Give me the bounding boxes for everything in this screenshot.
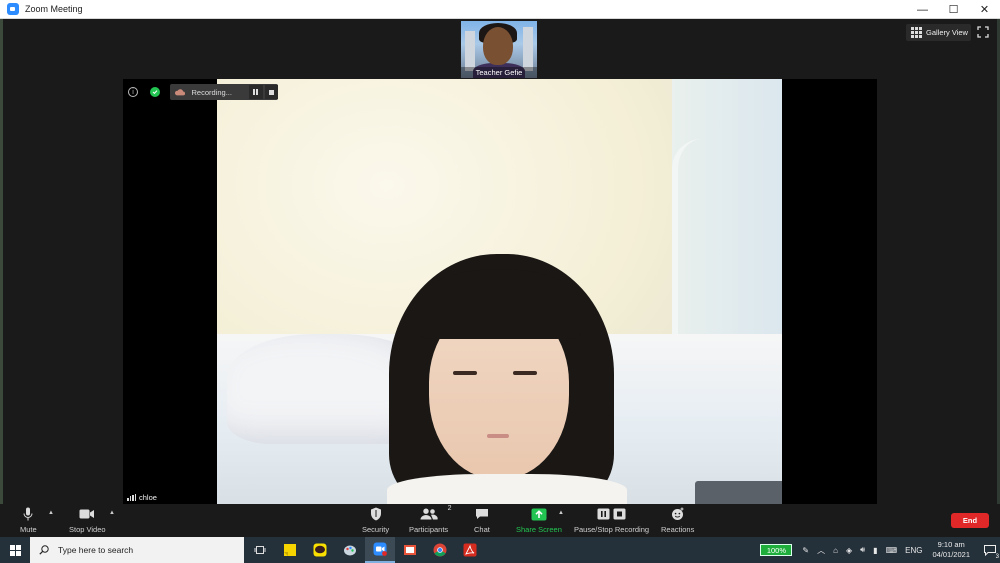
participant-name-tag: chloe <box>123 491 161 504</box>
maximize-button[interactable]: ☐ <box>938 0 969 19</box>
reactions-button[interactable]: Reactions <box>661 506 694 534</box>
sticky-notes-app[interactable] <box>275 537 305 563</box>
participant-name: chloe <box>139 493 157 502</box>
gallery-view-label: Gallery View <box>926 28 968 37</box>
acrobat-app[interactable] <box>455 537 485 563</box>
reactions-icon <box>671 507 684 520</box>
video-camera-icon <box>79 509 95 519</box>
clock-date: 04/01/2021 <box>932 550 970 559</box>
stop-video-button[interactable]: Stop Video <box>69 506 106 534</box>
meeting-toolbar: Mute ▲ Stop Video ▲ Security 2 Participa… <box>0 504 1000 537</box>
pause-icon <box>597 508 610 520</box>
recording-indicator: Recording... <box>170 84 278 100</box>
notification-count: 3 <box>995 554 999 560</box>
sticky-notes-icon <box>284 544 296 556</box>
window-title: Zoom Meeting <box>25 4 83 14</box>
participants-label: Participants <box>409 525 449 534</box>
reactions-label: Reactions <box>661 525 695 534</box>
participants-count: 2 <box>447 505 452 512</box>
task-view-icon <box>254 546 266 554</box>
close-button[interactable]: ✕ <box>969 0 1000 19</box>
cloud-recording-icon <box>174 89 186 96</box>
info-icon[interactable]: i <box>128 87 138 97</box>
kakaotalk-icon <box>313 543 327 557</box>
share-screen-icon <box>531 508 547 520</box>
chat-label: Chat <box>474 525 490 534</box>
mute-label: Mute <box>20 525 37 534</box>
pen-icon[interactable]: ✎ <box>802 546 809 555</box>
search-icon <box>39 545 49 555</box>
stop-video-label: Stop Video <box>69 525 106 534</box>
gallery-view-button[interactable]: Gallery View <box>906 24 971 41</box>
signal-strength-icon <box>127 494 136 501</box>
thumbnail-name: Teacher Gefie <box>461 67 537 78</box>
paint-palette-icon <box>344 545 356 556</box>
video-feed <box>217 79 782 504</box>
share-screen-label: Share Screen <box>516 525 562 534</box>
active-speaker-video <box>123 79 877 504</box>
kakaotalk-app[interactable] <box>305 537 335 563</box>
language-indicator[interactable]: ENG <box>905 546 922 555</box>
share-options-caret[interactable]: ▲ <box>558 510 564 516</box>
stop-recording-button[interactable] <box>264 85 278 99</box>
microphone-icon <box>23 507 33 521</box>
stop-icon <box>613 508 626 520</box>
meeting-info-bar: i <box>128 84 160 100</box>
window-title-bar: Zoom Meeting — ☐ ✕ <box>0 0 1000 19</box>
taskbar-search-box[interactable]: Type here to search <box>30 537 244 563</box>
fullscreen-icon[interactable] <box>977 26 989 38</box>
zoom-app-icon <box>7 3 19 15</box>
window-edge-left <box>0 19 3 537</box>
paint-app[interactable] <box>335 537 365 563</box>
participants-icon <box>420 508 438 520</box>
notification-center-button[interactable]: 3 <box>980 537 1000 563</box>
start-button[interactable] <box>0 537 30 563</box>
mute-button[interactable]: Mute <box>20 506 37 534</box>
participant-thumbnail[interactable]: Teacher Gefie <box>461 21 537 78</box>
share-screen-button[interactable]: Share Screen <box>516 506 562 534</box>
battery-indicator[interactable]: 100% <box>760 544 793 556</box>
speaker-icon[interactable]: 🔊︎ <box>860 545 865 555</box>
keyboard-icon[interactable]: ⌨ <box>886 546 898 555</box>
end-meeting-button[interactable]: End <box>951 513 989 528</box>
task-view-button[interactable] <box>245 537 275 563</box>
participants-button[interactable]: 2 Participants <box>409 505 452 534</box>
shield-icon <box>370 507 381 521</box>
network-icon[interactable]: ⌂ <box>833 546 838 555</box>
security-button[interactable]: Security <box>362 506 389 534</box>
notification-icon <box>984 544 996 556</box>
system-clock[interactable]: 9:10 am 04/01/2021 <box>932 540 970 560</box>
chevron-up-icon[interactable]: ︿ <box>817 545 825 556</box>
chat-button[interactable]: Chat <box>474 506 490 534</box>
acrobat-icon <box>463 543 477 557</box>
encryption-shield-icon[interactable] <box>150 87 160 97</box>
zoom-app[interactable] <box>365 537 395 563</box>
clock-time: 9:10 am <box>937 540 965 549</box>
pause-stop-recording-button[interactable]: Pause/Stop Recording <box>574 506 649 534</box>
chat-icon <box>475 509 488 519</box>
minimize-button[interactable]: — <box>907 0 938 19</box>
windows-logo-icon <box>9 544 21 556</box>
photos-app[interactable] <box>395 537 425 563</box>
microphone-tray-icon[interactable]: ▮ <box>873 546 877 555</box>
chrome-app[interactable] <box>425 537 455 563</box>
video-options-caret[interactable]: ▲ <box>109 510 115 516</box>
photo-viewer-icon <box>404 545 416 555</box>
windows-taskbar: Type here to search 100% ✎ ︿ ⌂ ◈ 🔊︎ ▮ ⌨ … <box>0 537 1000 563</box>
audio-options-caret[interactable]: ▲ <box>48 510 54 516</box>
grid-icon <box>911 27 922 38</box>
pause-stop-recording-label: Pause/Stop Recording <box>574 525 650 534</box>
search-placeholder: Type here to search <box>58 545 134 555</box>
zoom-taskbar-icon <box>373 542 387 556</box>
recording-status: Recording... <box>191 87 232 97</box>
pause-recording-button[interactable] <box>249 85 263 99</box>
security-label: Security <box>362 525 390 534</box>
shield-alert-icon[interactable]: ◈ <box>846 546 852 555</box>
system-tray: 100% ✎ ︿ ⌂ ◈ 🔊︎ ▮ ⌨ ENG 9:10 am 04/01/20… <box>760 537 1000 563</box>
chrome-icon <box>433 543 447 557</box>
